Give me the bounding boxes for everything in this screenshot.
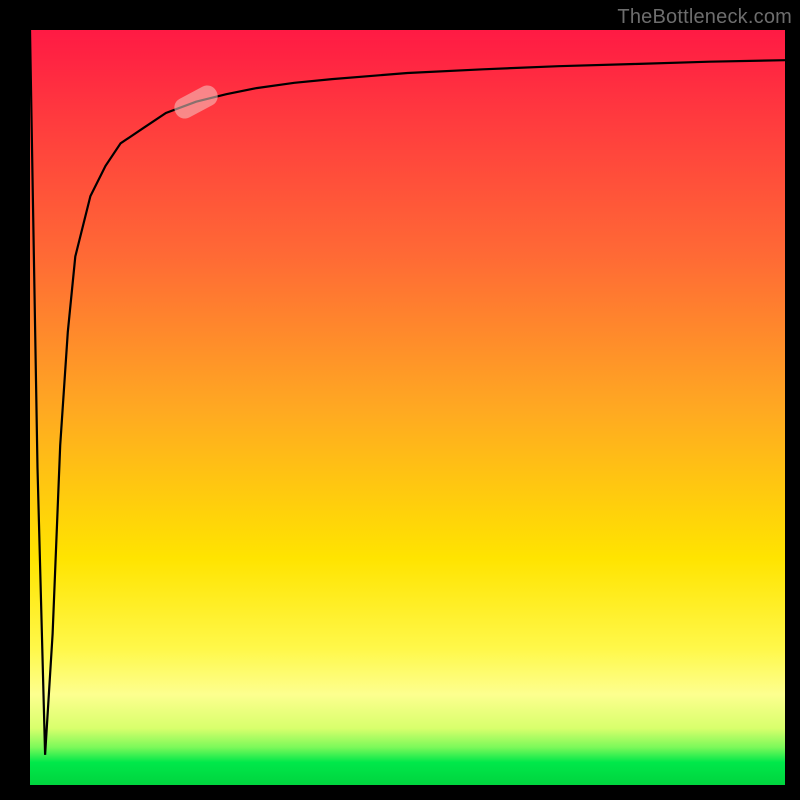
chart-frame: TheBottleneck.com — [0, 0, 800, 800]
attribution-text: TheBottleneck.com — [617, 6, 792, 29]
bottleneck-curve — [30, 30, 785, 785]
plot-area — [30, 30, 785, 785]
curve-path — [30, 30, 785, 755]
